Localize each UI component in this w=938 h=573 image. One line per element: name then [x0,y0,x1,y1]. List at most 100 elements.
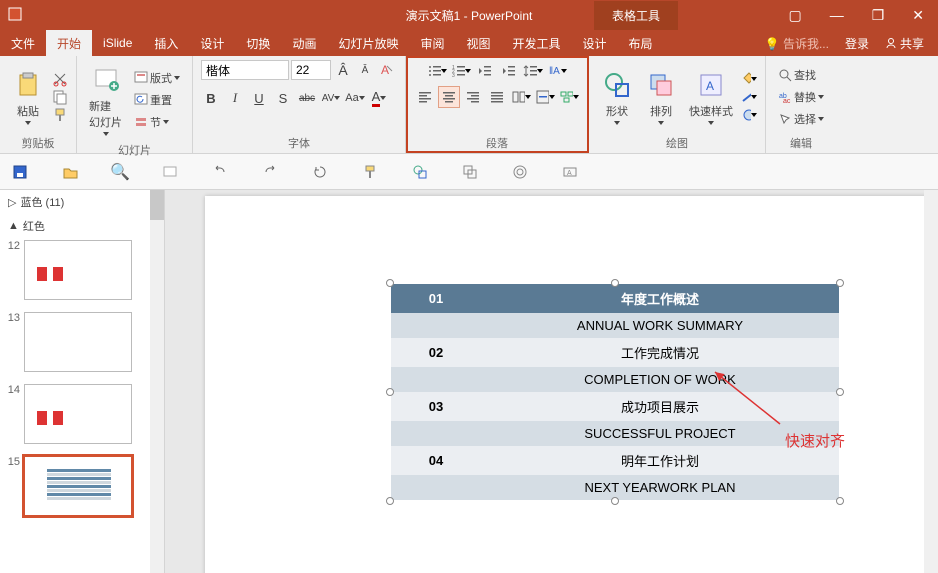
font-color-button[interactable]: A [369,88,389,108]
selection-handle[interactable] [386,497,394,505]
selection-handle[interactable] [836,279,844,287]
align-text-button[interactable] [534,86,556,108]
italic-button[interactable]: I [225,88,245,108]
section-red[interactable]: ▲ 红色 [0,214,164,238]
smartart-button[interactable] [558,86,580,108]
decrease-indent-button[interactable] [474,60,496,82]
font-size-select[interactable] [291,60,331,80]
table-header-2[interactable]: 年度工作概述 [481,284,839,313]
char-spacing-button[interactable]: AV [321,88,341,108]
login-button[interactable]: 登录 [837,30,877,57]
qat-shape-icon[interactable] [410,162,430,182]
slide-thumb-12[interactable]: 12 [0,238,164,310]
bold-button[interactable]: B [201,88,221,108]
find-button[interactable]: 查找 [774,65,828,85]
qat-search-icon[interactable]: 🔍 [110,162,130,182]
shape-fill-button[interactable] [741,71,757,87]
font-name-select[interactable] [201,60,289,80]
select-button[interactable]: 选择 [774,109,828,129]
copy-button[interactable] [52,89,68,105]
tab-home[interactable]: 开始 [46,30,92,57]
shapes-button[interactable]: 形状 [597,65,637,129]
tab-insert[interactable]: 插入 [143,30,189,57]
minimize-button[interactable]: — [816,1,858,30]
qat-quick-align-icon[interactable] [510,162,530,182]
svg-text:A: A [381,63,389,77]
reset-button[interactable]: 重置 [130,90,184,110]
new-slide-button[interactable]: 新建 幻灯片 [85,60,126,140]
tab-transitions[interactable]: 切换 [235,30,281,57]
slide-thumb-15[interactable]: 15 [0,454,164,526]
replace-button[interactable]: abac替换 [774,87,828,107]
selection-handle[interactable] [611,497,619,505]
cut-button[interactable] [52,71,68,87]
slide-canvas[interactable]: 01年度工作概述 ANNUAL WORK SUMMARY 02工作完成情况 CO… [165,190,938,573]
line-spacing-button[interactable] [522,60,544,82]
qat-new-slide-icon[interactable] [160,162,180,182]
align-left-button[interactable] [414,86,436,108]
quick-styles-button[interactable]: A快速样式 [685,65,737,129]
annotation-arrow [705,364,795,434]
format-painter-button[interactable] [52,107,68,123]
bullets-button[interactable] [426,60,448,82]
underline-button[interactable]: U [249,88,269,108]
ribbon-options-button[interactable]: ▢ [774,1,815,30]
table-header-1[interactable]: 01 [391,284,481,313]
paste-button[interactable]: 粘贴 [8,65,48,129]
tab-design[interactable]: 设计 [189,30,235,57]
align-right-button[interactable] [462,86,484,108]
tab-table-design[interactable]: 设计 [572,30,618,57]
justify-button[interactable] [486,86,508,108]
restore-button[interactable]: ❐ [858,1,899,30]
qat-undo-icon[interactable] [210,162,230,182]
tab-slideshow[interactable]: 幻灯片放映 [327,30,409,57]
columns-button[interactable] [510,86,532,108]
selection-handle[interactable] [386,279,394,287]
strike-button[interactable]: abc [297,88,317,108]
tab-animations[interactable]: 动画 [281,30,327,57]
tell-me[interactable]: 💡 告诉我... [757,30,837,57]
qat-save-icon[interactable] [10,162,30,182]
qat-refresh-icon[interactable] [310,162,330,182]
qat-open-icon[interactable] [60,162,80,182]
increase-font-button[interactable]: Â [333,60,353,80]
section-blue[interactable]: ▷ 蓝色 (11) [0,190,164,214]
thumbnail-scrollbar[interactable] [150,190,164,573]
ribbon: 粘贴 剪贴板 新建 幻灯片 版式 重置 节 幻灯片 [0,56,938,154]
numbering-button[interactable]: 123 [450,60,472,82]
selection-handle[interactable] [836,388,844,396]
slide-thumb-14[interactable]: 14 [0,382,164,454]
tab-developer[interactable]: 开发工具 [502,30,572,57]
qat-redo-icon[interactable] [260,162,280,182]
slide-thumb-13[interactable]: 13 [0,310,164,382]
qat-format-painter-icon[interactable] [360,162,380,182]
tab-file[interactable]: 文件 [0,30,46,57]
text-direction-button[interactable]: ‖A [546,60,568,82]
slide-thumbnail-panel[interactable]: ▷ 蓝色 (11) ▲ 红色 12 13 14 15 [0,190,165,573]
decrease-font-button[interactable]: Ǎ [355,60,375,80]
section-button[interactable]: 节 [130,112,184,132]
canvas-scrollbar[interactable] [924,190,938,573]
selection-handle[interactable] [611,279,619,287]
clear-format-button[interactable]: A [377,60,397,80]
shape-effects-button[interactable] [741,107,757,123]
qat-group-icon[interactable] [460,162,480,182]
layout-button[interactable]: 版式 [130,68,184,88]
tab-islide[interactable]: iSlide [92,31,143,55]
selection-handle[interactable] [836,497,844,505]
group-drawing: 形状 排列 A快速样式 绘图 [589,56,766,153]
align-center-button[interactable] [438,86,460,108]
tab-review[interactable]: 审阅 [409,30,455,57]
tab-view[interactable]: 视图 [455,30,501,57]
tab-table-layout[interactable]: 布局 [618,30,664,57]
qat-text-box-icon[interactable]: A [560,162,580,182]
svg-text:ac: ac [783,98,791,104]
share-button[interactable]: 共享 [877,30,932,57]
shadow-button[interactable]: S [273,88,293,108]
selection-handle[interactable] [386,388,394,396]
change-case-button[interactable]: Aa [345,88,365,108]
shape-outline-button[interactable] [741,89,757,105]
close-button[interactable]: ✕ [898,1,938,30]
arrange-button[interactable]: 排列 [641,65,681,129]
increase-indent-button[interactable] [498,60,520,82]
